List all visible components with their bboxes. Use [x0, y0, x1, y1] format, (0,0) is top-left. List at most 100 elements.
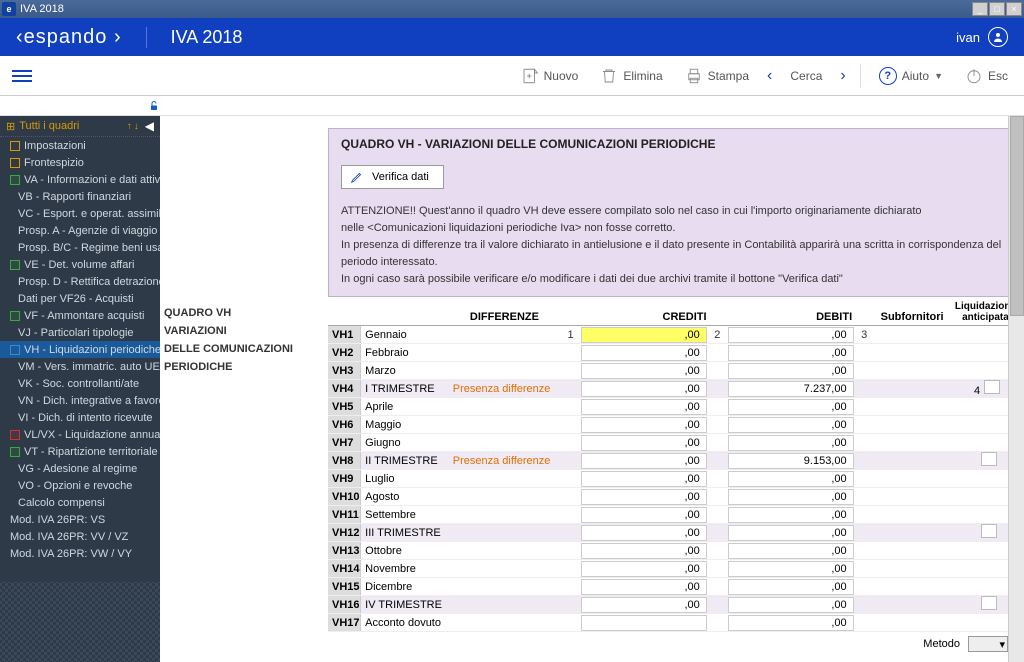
row-month: Agosto — [361, 491, 449, 503]
debiti-input[interactable]: ,00 — [728, 363, 854, 379]
grid-footer: Metodo ▾ — [328, 632, 1016, 656]
debiti-input[interactable]: ,00 — [728, 417, 854, 433]
metodo-select[interactable]: ▾ — [968, 636, 1008, 652]
minimize-button[interactable]: _ — [972, 2, 988, 16]
row-month: Dicembre — [361, 581, 449, 593]
sidebar-item-label: VE - Det. volume affari — [24, 259, 134, 271]
row-code: VH17 — [328, 614, 361, 631]
sidebar-item[interactable]: VA - Informazioni e dati attività — [0, 171, 160, 188]
sidebar-item-label: VJ - Particolari tipologie — [18, 327, 134, 339]
sidebar-item[interactable]: Frontespizio — [0, 154, 160, 171]
sidebar-item[interactable]: Mod. IVA 26PR: VW / VY — [0, 545, 160, 562]
sidebar-item[interactable]: VO - Opzioni e revoche — [0, 477, 160, 494]
next-button[interactable]: › — [836, 67, 849, 85]
crediti-input[interactable]: ,00 — [581, 417, 707, 433]
crediti-input[interactable]: ,00 — [581, 597, 707, 613]
user-name: ivan — [956, 30, 980, 45]
liquidazione-checkbox[interactable] — [981, 452, 997, 466]
sidebar-item[interactable]: Prosp. A - Agenzie di viaggio — [0, 222, 160, 239]
sidebar-header[interactable]: ⊞ Tutti i quadri ↑ ↓ ◀ — [0, 116, 160, 137]
aiuto-button[interactable]: ? Aiuto ▼ — [871, 63, 951, 89]
sidebar-item[interactable]: VB - Rapporti finanziari — [0, 188, 160, 205]
sidebar-item[interactable]: VN - Dich. integrative a favore — [0, 392, 160, 409]
debiti-input[interactable]: ,00 — [728, 435, 854, 451]
liquidazione-checkbox[interactable] — [981, 524, 997, 538]
nuovo-button[interactable]: Nuovo — [513, 63, 587, 89]
sidebar-item[interactable]: VI - Dich. di intento ricevute — [0, 409, 160, 426]
row-month: Giugno — [361, 437, 449, 449]
debiti-input[interactable]: ,00 — [728, 345, 854, 361]
sidebar-item[interactable]: VG - Adesione al regime — [0, 460, 160, 477]
debiti-input[interactable]: 9.153,00 — [728, 453, 854, 469]
sidebar-item[interactable]: VC - Esport. e operat. assimilati — [0, 205, 160, 222]
crediti-input[interactable]: ,00 — [581, 579, 707, 595]
toolbar: Nuovo Elimina Stampa ‹ Cerca › ? Aiuto ▼… — [0, 56, 1024, 96]
prev-button[interactable]: ‹ — [763, 67, 776, 85]
sidebar-item[interactable]: Mod. IVA 26PR: VS — [0, 511, 160, 528]
debiti-input[interactable]: ,00 — [728, 489, 854, 505]
sidebar-item[interactable]: VL/VX - Liquidazione annuale — [0, 426, 160, 443]
sidebar-item[interactable]: VF - Ammontare acquisti — [0, 307, 160, 324]
debiti-input[interactable]: ,00 — [728, 615, 854, 631]
sidebar-item[interactable]: VJ - Particolari tipologie — [0, 324, 160, 341]
row-month: Ottobre — [361, 545, 449, 557]
sidebar-item[interactable]: Dati per VF26 - Acquisti — [0, 290, 160, 307]
crediti-input[interactable] — [581, 615, 707, 631]
crediti-input[interactable]: ,00 — [581, 363, 707, 379]
lock-icon[interactable] — [148, 100, 160, 112]
menu-button[interactable] — [12, 70, 32, 82]
crediti-input[interactable]: ,00 — [581, 561, 707, 577]
debiti-input[interactable]: ,00 — [728, 543, 854, 559]
down-arrow-icon[interactable]: ↓ — [134, 121, 139, 132]
cerca-button[interactable]: Cerca — [782, 65, 830, 87]
sidebar-item[interactable]: VK - Soc. controllanti/ate — [0, 375, 160, 392]
debiti-input[interactable]: ,00 — [728, 597, 854, 613]
crediti-input[interactable]: ,00 — [581, 471, 707, 487]
sidebar-item[interactable]: VE - Det. volume affari — [0, 256, 160, 273]
crediti-input[interactable]: ,00 — [581, 453, 707, 469]
sidebar-item[interactable]: Prosp. B/C - Regime beni usati — [0, 239, 160, 256]
maximize-button[interactable]: □ — [989, 2, 1005, 16]
liquidazione-checkbox[interactable] — [984, 380, 1000, 394]
sidebar-item[interactable]: VH - Liquidazioni periodiche — [0, 341, 160, 358]
crediti-input[interactable]: ,00 — [581, 507, 707, 523]
crediti-input[interactable]: ,00 — [581, 381, 707, 397]
debiti-input[interactable]: ,00 — [728, 507, 854, 523]
debiti-input[interactable]: ,00 — [728, 579, 854, 595]
elimina-button[interactable]: Elimina — [592, 63, 670, 89]
crediti-input[interactable]: ,00 — [581, 399, 707, 415]
sidebar-footer — [0, 582, 160, 662]
sidebar-item[interactable]: Mod. IVA 26PR: VV / VZ — [0, 528, 160, 545]
debiti-input[interactable]: 7.237,00 — [728, 381, 854, 397]
close-button[interactable]: × — [1006, 2, 1022, 16]
crediti-input[interactable]: ,00 — [581, 435, 707, 451]
crediti-input[interactable]: ,00 — [581, 345, 707, 361]
crediti-input[interactable]: ,00 — [581, 489, 707, 505]
collapse-icon[interactable]: ◀ — [145, 119, 154, 133]
row-code: VH7 — [328, 434, 361, 451]
stampa-button[interactable]: Stampa — [677, 63, 757, 89]
row-code: VH16 — [328, 596, 361, 613]
crediti-input[interactable]: ,00 — [581, 525, 707, 541]
checkbox-icon — [10, 311, 20, 321]
esc-button[interactable]: Esc — [957, 63, 1016, 89]
up-arrow-icon[interactable]: ↑ — [127, 121, 132, 132]
sidebar-item[interactable]: Prosp. D - Rettifica detrazione — [0, 273, 160, 290]
liquidazione-checkbox[interactable] — [981, 596, 997, 610]
scroll-thumb[interactable] — [1010, 116, 1024, 316]
debiti-input[interactable]: ,00 — [728, 399, 854, 415]
debiti-input[interactable]: ,00 — [728, 327, 854, 343]
crediti-input[interactable]: ,00 — [581, 327, 707, 343]
verifica-dati-button[interactable]: Verifica dati — [341, 165, 444, 189]
sidebar-item[interactable]: Impostazioni — [0, 137, 160, 154]
vertical-scrollbar[interactable] — [1008, 116, 1024, 662]
crediti-input[interactable]: ,00 — [581, 543, 707, 559]
debiti-input[interactable]: ,00 — [728, 561, 854, 577]
debiti-input[interactable]: ,00 — [728, 471, 854, 487]
sidebar-item[interactable]: Calcolo compensi — [0, 494, 160, 511]
sidebar-item[interactable]: VM - Vers. immatric. auto UE — [0, 358, 160, 375]
user-area[interactable]: ivan — [956, 27, 1008, 47]
row-code: VH4 — [328, 380, 361, 397]
debiti-input[interactable]: ,00 — [728, 525, 854, 541]
sidebar-item[interactable]: VT - Ripartizione territoriale — [0, 443, 160, 460]
